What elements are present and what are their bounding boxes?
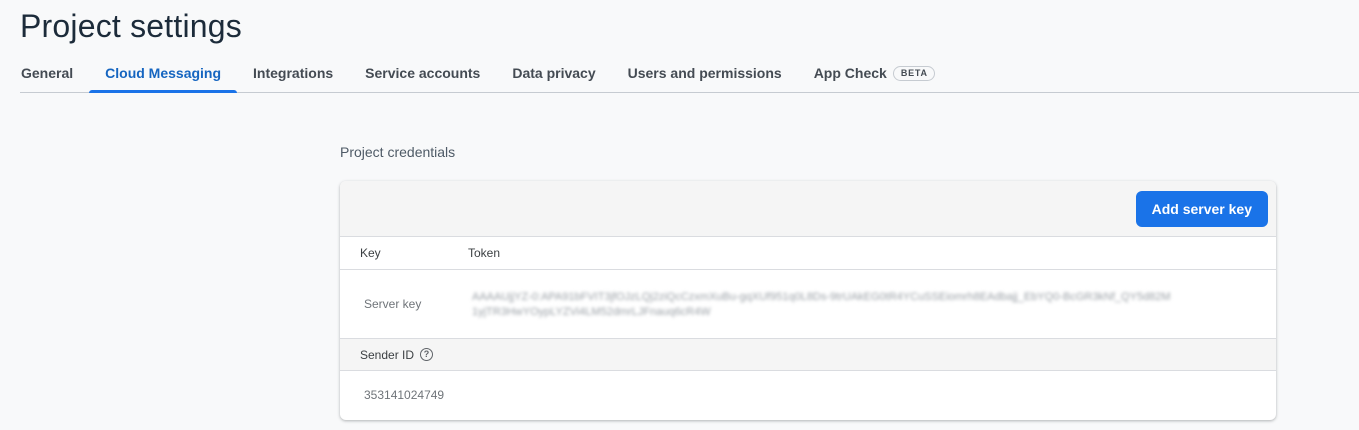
add-server-key-button[interactable]: Add server key (1135, 190, 1268, 227)
tab-service-accounts[interactable]: Service accounts (349, 54, 496, 92)
server-key-label: Server key (364, 297, 422, 311)
tab-data-privacy[interactable]: Data privacy (496, 54, 611, 92)
credentials-card: Add server key Key Token Server key AAAA… (340, 181, 1276, 420)
tab-users-and-permissions[interactable]: Users and permissions (612, 54, 798, 92)
table-header: Key Token (340, 237, 1276, 270)
sender-id-header: Sender ID ? (340, 339, 1276, 371)
card-toolbar: Add server key (340, 181, 1276, 237)
table-row: Server key AAAAUjjYZ-0:APA91bFVIT3jfOJzL… (340, 270, 1276, 339)
tab-label: General (21, 65, 74, 81)
sender-id-value[interactable]: 353141024749 (340, 371, 1276, 419)
tab-integrations[interactable]: Integrations (237, 54, 349, 92)
tab-label: App Check (813, 65, 887, 81)
help-icon[interactable]: ? (420, 348, 434, 361)
tab-label: Cloud Messaging (105, 65, 222, 81)
page-title: Project settings (20, 8, 242, 44)
tab-cloud-messaging[interactable]: Cloud Messaging (89, 54, 237, 93)
server-key-token[interactable]: AAAAUjjYZ-0:APA91bFVIT3jfOJzLQj2ziQcCzxm… (472, 288, 1276, 320)
column-header-key: Key (360, 246, 381, 260)
tab-label: Users and permissions (627, 65, 782, 81)
tab-label: Service accounts (365, 65, 481, 81)
tab-app-check[interactable]: App Check BETA (798, 54, 951, 92)
settings-tabs: General Cloud Messaging Integrations Ser… (20, 54, 1359, 93)
tab-general[interactable]: General (20, 54, 89, 92)
beta-badge: BETA (892, 65, 935, 81)
sender-id-label: Sender ID (360, 347, 415, 362)
section-label: Project credentials (340, 144, 456, 160)
tab-label: Data privacy (512, 65, 596, 81)
tab-label: Integrations (253, 65, 334, 81)
column-header-token: Token (468, 246, 501, 260)
